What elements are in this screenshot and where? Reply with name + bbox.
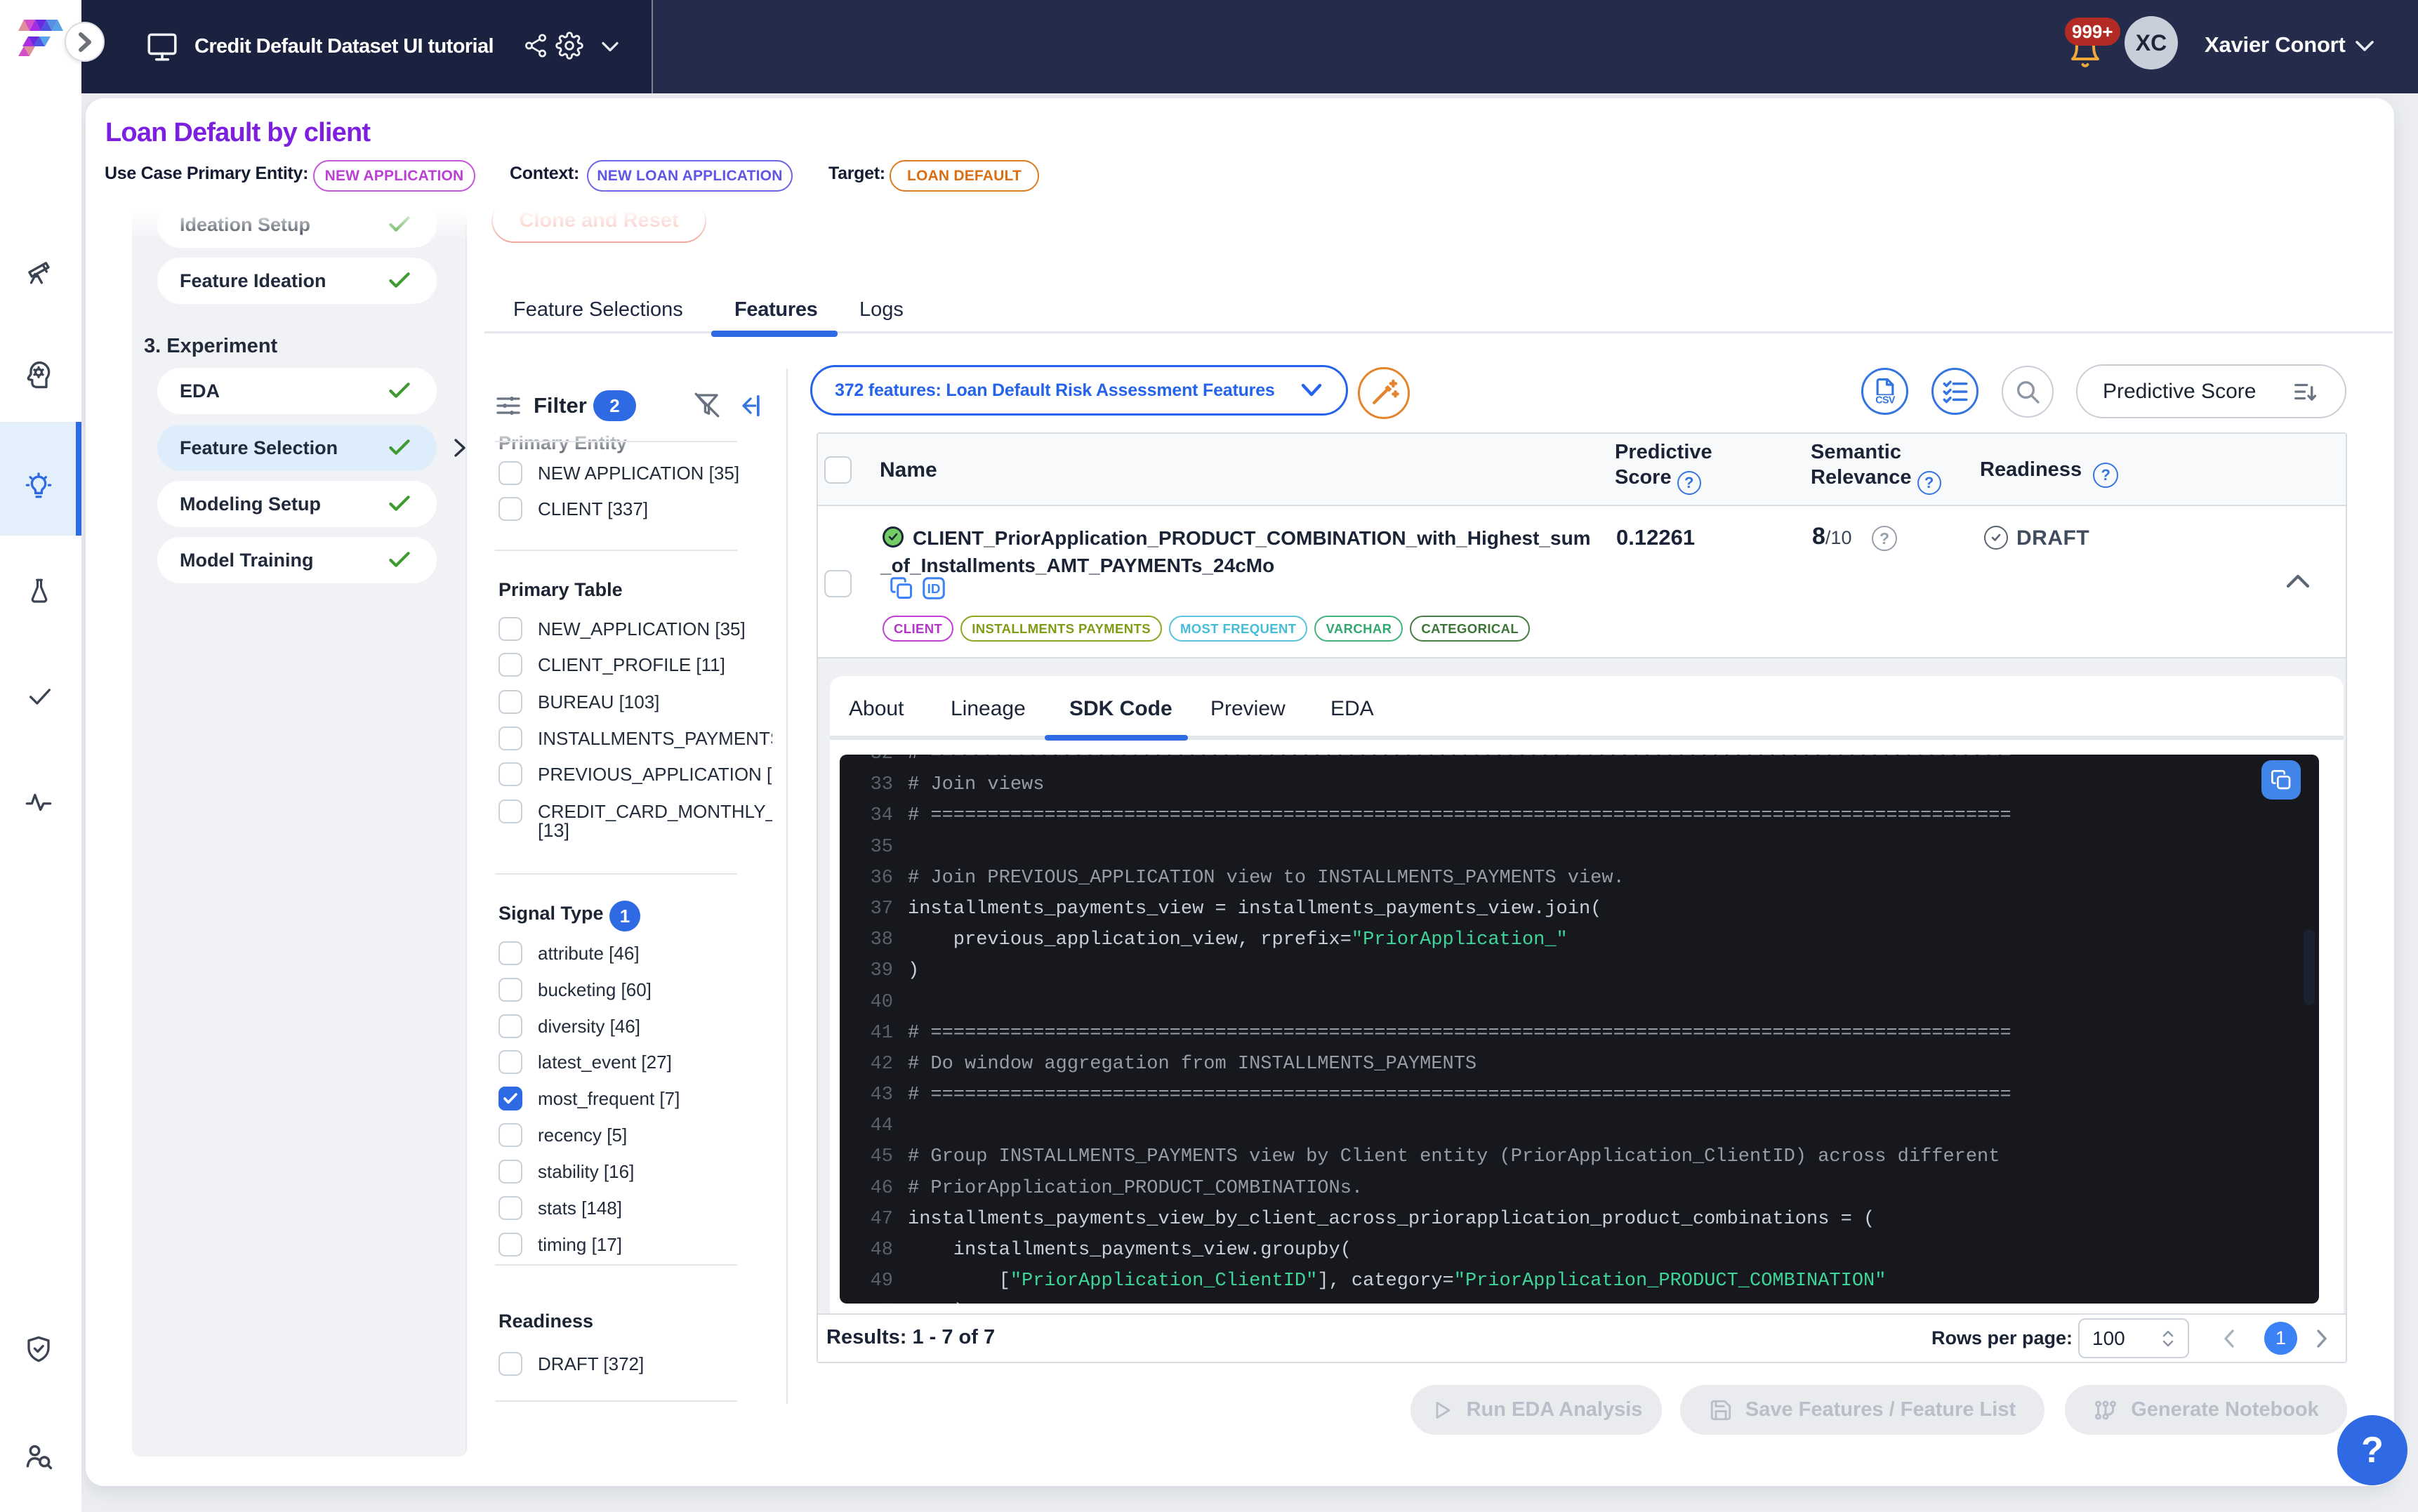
svg-text:ID: ID: [927, 581, 941, 596]
svg-text:CSV: CSV: [1875, 394, 1896, 405]
